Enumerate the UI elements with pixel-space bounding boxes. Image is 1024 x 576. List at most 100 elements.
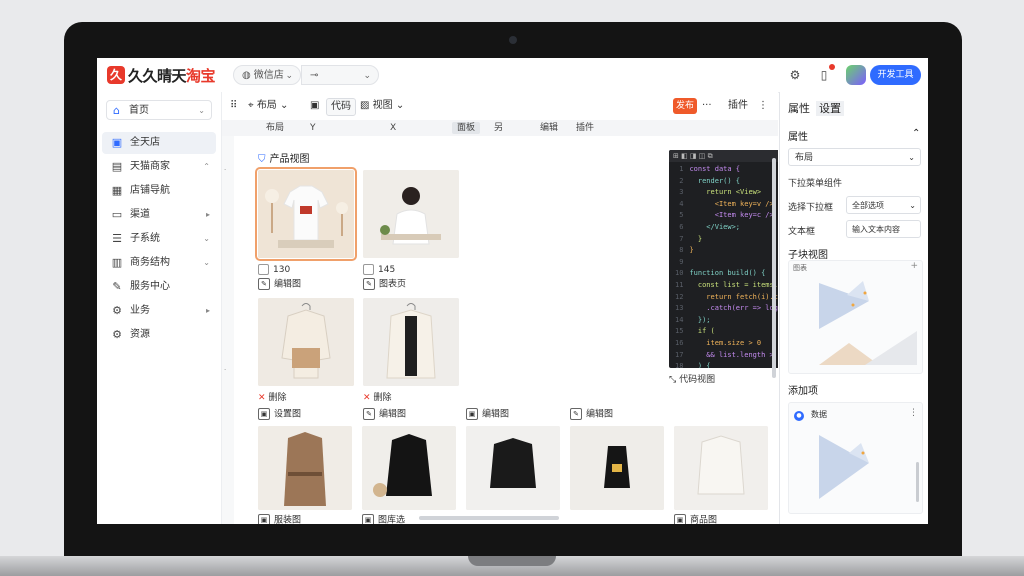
product-card-tank-top[interactable] — [570, 426, 664, 510]
product-action[interactable]: ▣ 设置图 — [258, 408, 301, 421]
checkbox[interactable] — [363, 264, 374, 275]
gear-icon: ⚙ — [112, 304, 122, 317]
product-card-coat[interactable] — [363, 298, 459, 386]
product-meta[interactable]: ✕ 删除 — [258, 392, 287, 404]
logo-text-accent: 淘宝 — [186, 67, 216, 85]
layout-menu[interactable]: ⌖ 布局 ⌄ — [248, 98, 288, 114]
line-number: 2 — [675, 176, 684, 185]
image-icon: ▣ — [466, 408, 478, 420]
product-card-cream-jacket[interactable] — [258, 298, 354, 386]
horizontal-scrollbar[interactable] — [419, 516, 559, 520]
code-text: .catch(err => log(err)) — [706, 304, 778, 313]
line-number: 16 — [675, 338, 684, 347]
product-action[interactable]: ✎ 编辑图 — [363, 408, 406, 421]
product-meta[interactable]: ✕ 删除 — [363, 392, 392, 404]
product-card-trench[interactable] — [258, 426, 352, 510]
code-line: 5 <Item key=c /> — [675, 210, 778, 222]
data-item-card[interactable]: ● 数据 ⋮ — [788, 402, 923, 514]
ruler-label: 插件 — [576, 123, 595, 133]
dropdown-select-value: 全部选项 — [852, 201, 884, 210]
sidebar-item-label: 子系统 — [130, 233, 160, 244]
code-text: const list = items.map((i) => { — [697, 280, 778, 289]
sidebar-item-1[interactable]: ▣ 全天店 — [102, 132, 216, 154]
text-input[interactable]: 输入文本内容 — [846, 220, 921, 238]
product-card-white-sweater[interactable] — [674, 426, 768, 510]
sidebar-item-3[interactable]: ▦ 店铺导航 — [102, 180, 216, 202]
chevron-up-icon: ⌃ — [203, 162, 210, 171]
sidebar-item-2[interactable]: ▤ 天猫商家 ⌃ — [102, 156, 216, 178]
notification-icon[interactable]: ▯ — [816, 64, 835, 83]
coat-image — [363, 298, 459, 386]
panel-scrollbar[interactable] — [916, 462, 919, 502]
product-action[interactable]: ▣ 商品图 — [674, 514, 717, 524]
preview-chart[interactable]: 图表 + — [788, 260, 923, 374]
ruler-label: Y — [310, 123, 316, 133]
chat-icon[interactable] — [846, 65, 866, 85]
chevron-up-icon[interactable]: ⌃ — [912, 128, 920, 139]
chevron-down-icon: ⌄ — [285, 71, 293, 81]
code-text: }); — [689, 315, 711, 324]
image-icon: ▣ — [674, 514, 686, 524]
product-card-black-jacket[interactable] — [362, 426, 456, 510]
sidebar-item-8[interactable]: ⚙ 业务 ▸ — [102, 300, 216, 322]
code-text: <Item key=c /> — [689, 211, 774, 220]
save-icon[interactable]: ▣ — [310, 98, 319, 114]
chevron-down-icon: ⌄ — [363, 71, 371, 81]
settings-icon[interactable]: ⚙ — [787, 67, 803, 83]
code-text: <Item key=v /> — [689, 199, 774, 208]
product-card-tshirt[interactable] — [255, 167, 357, 261]
product-action[interactable]: ▣ 图库选 — [362, 514, 405, 524]
grip-icon[interactable]: ⠿ — [230, 98, 237, 114]
store-select[interactable]: ◍ 微信店 ⌄ — [233, 65, 301, 85]
code-editor[interactable]: ⊞ ◧ ◨ ◫ ⧉ 1 const data { 2 render() { 3 r… — [669, 150, 778, 368]
product-action[interactable]: ▣ 服装图 — [258, 514, 301, 524]
sidebar-item-9[interactable]: ⚙ 资源 — [102, 324, 216, 346]
design-canvas[interactable]: ⛉ 产品视图 130 145 ✎ 编辑图 ✎ 图表页 ✕ 删除 ✕ 删除 ▣ 设… — [234, 136, 778, 524]
secondary-select[interactable]: ⊸ ⌄ — [301, 65, 379, 85]
ruler-tick: · — [224, 366, 227, 374]
field-label: 下拉菜单组件 — [788, 179, 843, 189]
plugin-button[interactable]: 插件 — [728, 98, 748, 114]
product-action[interactable]: ✎ 编辑图 — [570, 408, 613, 421]
product-action[interactable]: ✎ 编辑图 — [258, 278, 301, 291]
product-card-model[interactable] — [363, 170, 459, 258]
sidebar-item-5[interactable]: ☰ 子系统 ⌄ — [102, 228, 216, 250]
ruler-label-active[interactable]: 面板 — [452, 122, 481, 134]
sidebar-item-7[interactable]: ✎ 服务中心 — [102, 276, 216, 298]
ruler-label: 布局 — [266, 123, 285, 133]
sidebar-item-label: 资源 — [130, 329, 150, 340]
vertical-scrollbar[interactable] — [772, 158, 776, 378]
checkbox[interactable] — [258, 264, 269, 275]
sidebar-home-select[interactable]: ⌂ 首页 ⌄ — [106, 100, 212, 120]
publish-button[interactable]: 发布 — [673, 98, 697, 114]
sidebar-item-4[interactable]: ▭ 渠道 ▸ — [102, 204, 216, 226]
sidebar-item-6[interactable]: ▥ 商务结构 ⌄ — [102, 252, 216, 274]
product-action-label: 编辑图 — [274, 279, 302, 290]
more-menu[interactable]: ··· — [702, 98, 712, 114]
tab-settings[interactable]: 设置 — [816, 101, 844, 116]
code-button[interactable]: 代码 — [326, 98, 356, 116]
section-heading: 子块视图 — [788, 250, 828, 261]
developer-tools-button[interactable]: 开发工具 — [870, 65, 921, 85]
more-icon[interactable]: ⋮ — [758, 98, 768, 114]
dropdown-select[interactable]: 全部选项 ⌄ — [846, 196, 921, 214]
plus-icon[interactable]: + — [910, 261, 918, 271]
tab-properties[interactable]: 属性 — [788, 102, 810, 115]
product-action[interactable]: ✎ 图表页 — [363, 278, 406, 291]
product-meta-text: 删除 — [373, 393, 392, 403]
product-meta[interactable]: 130 — [258, 264, 290, 276]
sidebar-item-label: 渠道 — [130, 209, 150, 220]
edit-icon: ✎ — [570, 408, 582, 420]
layout-select[interactable]: 布局 ⌄ — [788, 148, 921, 166]
product-action[interactable]: ▣ 编辑图 — [466, 408, 509, 421]
product-meta[interactable]: 145 — [363, 264, 395, 276]
product-card-black-sweater[interactable] — [466, 426, 560, 510]
more-icon[interactable]: ⋮ — [909, 408, 918, 418]
code-line: 8} — [675, 245, 778, 257]
code-footer[interactable]: ⤡ 代码视图 — [669, 372, 715, 385]
view-menu[interactable]: ▨ 视图 ⌄ — [360, 98, 404, 114]
code-text: </View>; — [689, 222, 741, 231]
sidebar-home-label: 首页 — [129, 105, 149, 116]
chart-graphic — [819, 281, 917, 365]
code-tabs[interactable]: ⊞ ◧ ◨ ◫ ⧉ — [669, 150, 778, 162]
